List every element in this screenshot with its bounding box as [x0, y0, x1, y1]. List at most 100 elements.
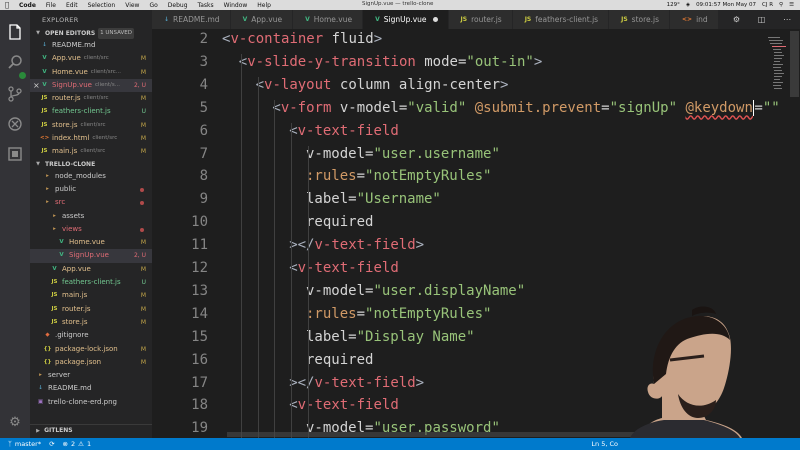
file-name: .gitignore — [55, 331, 89, 340]
code-line[interactable]: ></v-text-field> — [289, 237, 424, 253]
open-editor-item[interactable]: V App.vue client/src M — [30, 52, 152, 65]
folder-item[interactable]: ▸ assets — [30, 210, 152, 223]
open-editors-header[interactable]: ▼ OPEN EDITORS 1 UNSAVED — [30, 28, 152, 39]
explorer-icon[interactable] — [7, 24, 23, 40]
search-icon[interactable]: ⚲ — [779, 2, 783, 8]
code-line[interactable]: :rules="notEmptyRules" — [306, 306, 491, 322]
code-line[interactable]: label="Display Name" — [306, 329, 475, 345]
debug-icon[interactable] — [7, 116, 23, 132]
file-item[interactable]: V Home.vue M — [30, 236, 152, 249]
tab-home-vue[interactable]: V Home.vue — [293, 10, 364, 29]
minimap[interactable] — [768, 37, 786, 97]
wifi-icon[interactable]: ◈ — [686, 2, 690, 8]
project-header[interactable]: ▼ TRELLO-CLONE — [30, 159, 152, 170]
tab-signup-vue[interactable]: V SignUp.vue — [363, 10, 449, 29]
menu-debug[interactable]: Debug — [163, 2, 193, 9]
line-number: 7 — [199, 145, 208, 162]
code-line[interactable]: <v-container fluid> — [222, 31, 382, 47]
tab-app-vue[interactable]: V App.vue — [230, 10, 294, 29]
git-status-badge: M — [140, 148, 146, 156]
file-item[interactable]: {} package.json M — [30, 356, 152, 369]
file-item[interactable]: ◆ .gitignore — [30, 329, 152, 342]
menu-view[interactable]: View — [120, 2, 144, 9]
open-editor-item[interactable]: ↓ README.md — [30, 39, 152, 52]
file-item[interactable]: JS main.js M — [30, 289, 152, 302]
menu-list-icon[interactable]: ☰ — [789, 2, 794, 8]
menu-file[interactable]: File — [41, 2, 61, 9]
code-line[interactable]: v-model="user.displayName" — [306, 283, 525, 299]
file-item[interactable]: ▣ trello-clone-erd.png — [30, 396, 152, 409]
code-line[interactable]: label="Username" — [306, 191, 441, 207]
open-editor-item[interactable]: <> index.html client/src M — [30, 132, 152, 145]
apple-icon[interactable]:  — [0, 1, 14, 9]
sync-status[interactable]: ⟳ — [49, 440, 54, 448]
code-line[interactable]: <v-text-field — [289, 260, 399, 276]
folder-item[interactable]: ▸ public — [30, 183, 152, 196]
more-actions-icon[interactable]: ⋯ — [783, 15, 791, 24]
code-line[interactable]: <v-text-field — [289, 123, 399, 139]
search-icon[interactable] — [7, 54, 23, 70]
tab-readme-md[interactable]: ↓ README.md — [152, 10, 231, 29]
folder-icon: ▸ — [53, 212, 56, 219]
file-item[interactable]: V SignUp.vue 2, U — [30, 249, 152, 263]
js-file-icon: JS — [41, 148, 48, 155]
code-line[interactable]: <v-text-field — [289, 397, 399, 413]
folder-item[interactable]: ▸ node_modules — [30, 170, 152, 183]
code-line[interactable]: required — [306, 352, 373, 368]
code-line[interactable]: <v-layout column align-center> — [256, 77, 509, 93]
cursor-position[interactable]: Ln 5, Co — [591, 440, 618, 448]
open-editor-item[interactable]: × V SignUp.vue client/s... 2, U — [30, 78, 152, 93]
tab-feathers-client-js[interactable]: JS feathers-client.js — [512, 10, 610, 29]
unsaved-dot[interactable] — [432, 17, 438, 22]
close-icon[interactable]: × — [33, 79, 40, 92]
user-name[interactable]: CJ R — [762, 2, 773, 8]
menu-selection[interactable]: Selection — [83, 2, 121, 9]
folder-item[interactable]: ▸ server — [30, 369, 152, 382]
open-editor-item[interactable]: JS main.js client/src M — [30, 145, 152, 158]
extensions-icon[interactable] — [7, 146, 23, 162]
git-compare-icon[interactable]: ⚙ — [733, 15, 740, 24]
code-line[interactable]: v-model="user.username" — [306, 146, 500, 162]
menu-window[interactable]: Window — [219, 2, 253, 9]
html-file-icon: <> — [40, 135, 50, 142]
menu-tasks[interactable]: Tasks — [193, 2, 219, 9]
code-line[interactable]: <v-form v-model="valid" @submit.prevent=… — [272, 99, 780, 116]
code-token: = — [754, 99, 763, 116]
menu-help[interactable]: Help — [252, 2, 276, 9]
git-status-badge: 2, U — [133, 81, 146, 89]
split-editor-icon[interactable]: ◫ — [758, 15, 766, 24]
folder-item[interactable]: ▸ src — [30, 196, 152, 209]
open-editor-item[interactable]: JS router.js client/src M — [30, 92, 152, 105]
source-control-icon[interactable] — [7, 86, 23, 102]
tab-store-js[interactable]: JS store.js — [609, 10, 671, 29]
line-number: 9 — [199, 191, 208, 208]
code-line[interactable]: :rules="notEmptyRules" — [306, 168, 491, 184]
branch-name: master* — [14, 440, 42, 448]
js-file-icon: JS — [41, 95, 48, 102]
vue-file-icon: V — [375, 16, 380, 23]
open-editor-item[interactable]: V Home.vue client/src... M — [30, 66, 152, 79]
folder-item[interactable]: ▸ views — [30, 223, 152, 236]
open-editor-item[interactable]: JS feathers-client.js U — [30, 105, 152, 118]
git-branch[interactable]: ᛉ master* — [8, 440, 41, 448]
open-editor-item[interactable]: JS store.js client/src M — [30, 119, 152, 132]
problems-indicator[interactable]: ⊗ 2 ⚠ 1 — [63, 440, 92, 448]
file-item[interactable]: ↓ README.md — [30, 382, 152, 395]
tab-ind[interactable]: <> ind — [670, 10, 719, 29]
gitlens-section-header[interactable]: ▶ GITLENS — [30, 424, 152, 436]
file-item[interactable]: JS store.js M — [30, 316, 152, 329]
code-line[interactable]: <v-slide-y-transition mode="out-in"> — [239, 54, 542, 70]
tab-router-js[interactable]: JS router.js — [448, 10, 513, 29]
code-line[interactable]: ></v-text-field> — [289, 375, 424, 391]
file-item[interactable]: JS router.js M — [30, 303, 152, 316]
menu-edit[interactable]: Edit — [61, 2, 83, 9]
file-item[interactable]: {} package-lock.json M — [30, 343, 152, 356]
menu-code[interactable]: Code — [14, 2, 41, 9]
file-item[interactable]: JS feathers-client.js U — [30, 276, 152, 289]
gear-icon[interactable]: ⚙ — [7, 414, 23, 430]
code-token: required — [306, 214, 374, 231]
menu-go[interactable]: Go — [144, 2, 162, 9]
code-line[interactable]: required — [306, 214, 373, 230]
file-item[interactable]: V App.vue M — [30, 263, 152, 276]
scrollbar-thumb[interactable] — [790, 31, 799, 97]
